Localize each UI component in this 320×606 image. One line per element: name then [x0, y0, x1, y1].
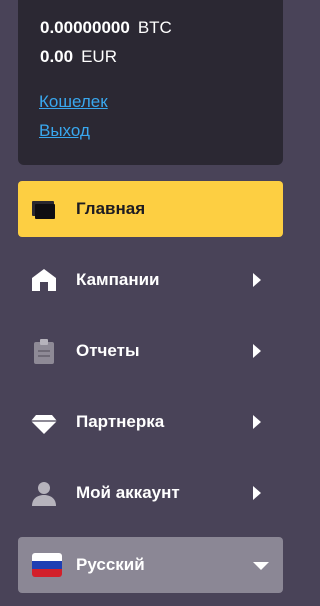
menu-item-campaigns[interactable]: Кампании	[18, 252, 283, 308]
language-label: Русский	[76, 555, 145, 574]
chevron-right-icon	[253, 486, 261, 500]
chevron-right-icon	[253, 273, 261, 287]
home-icon	[30, 266, 58, 294]
language-select[interactable]: Русский	[18, 537, 283, 593]
diamond-icon	[30, 408, 58, 436]
menu-item-account[interactable]: Мой аккаунт	[18, 465, 283, 521]
btc-amount: 0.00000000	[40, 18, 130, 37]
logout-link[interactable]: Выход	[39, 121, 90, 141]
menu-item-partner[interactable]: Партнерка	[18, 394, 283, 450]
eur-currency: EUR	[81, 47, 117, 66]
wallet-link[interactable]: Кошелек	[39, 92, 108, 112]
menu-item-reports[interactable]: Отчеты	[18, 323, 283, 379]
user-icon	[30, 479, 58, 507]
chevron-down-icon	[253, 562, 269, 570]
menu-label-campaigns: Кампании	[76, 270, 160, 289]
wallet-icon	[30, 195, 58, 223]
menu-label-home: Главная	[76, 199, 146, 218]
menu-item-home[interactable]: Главная	[18, 181, 283, 237]
eur-balance: 0.00 EUR	[40, 47, 117, 67]
menu-label-account: Мой аккаунт	[76, 483, 180, 502]
menu-label-reports: Отчеты	[76, 341, 140, 360]
btc-balance: 0.00000000 BTC	[40, 18, 172, 38]
sidebar: 0.00000000 BTC 0.00 EUR Кошелек Выход Глав…	[0, 0, 300, 606]
chevron-right-icon	[253, 415, 261, 429]
balance-card: 0.00000000 BTC 0.00 EUR Кошелек Выход	[18, 0, 283, 165]
russia-flag-icon	[32, 553, 62, 577]
clipboard-icon	[30, 337, 58, 365]
menu-label-partner: Партнерка	[76, 412, 165, 431]
eur-amount: 0.00	[40, 47, 74, 66]
chevron-right-icon	[253, 344, 261, 358]
btc-currency: BTC	[137, 18, 172, 37]
